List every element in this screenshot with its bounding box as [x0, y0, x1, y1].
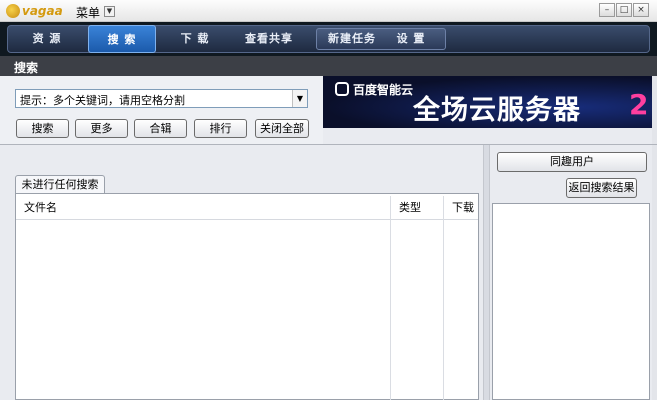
user-list[interactable]: [492, 203, 650, 400]
menu-dropdown-icon[interactable]: ▼: [104, 6, 115, 17]
collection-button[interactable]: 合辑: [134, 119, 187, 138]
search-section-title: 搜索: [14, 61, 39, 75]
banner-number: 2: [629, 88, 649, 121]
banner-underlay: [323, 128, 652, 144]
maximize-button[interactable]: □: [616, 3, 632, 17]
chevron-down-icon[interactable]: ▼: [292, 90, 307, 107]
close-button[interactable]: ×: [633, 3, 649, 17]
tab-search-result[interactable]: 未进行任何搜索: [15, 175, 105, 194]
baidu-cloud-logo-icon: [335, 82, 349, 96]
more-button[interactable]: 更多: [75, 119, 128, 138]
window-controls: – □ ×: [599, 3, 649, 17]
column-separator[interactable]: [443, 196, 444, 400]
tab-resources[interactable]: 资 源: [14, 25, 80, 53]
app-logo: vagaa: [6, 3, 63, 19]
ad-banner[interactable]: 百度智能云 全场云服务器 2: [323, 76, 652, 128]
tab-new-task[interactable]: 新建任务: [322, 25, 382, 53]
tab-view-shared[interactable]: 查看共享: [234, 25, 304, 53]
banner-headline: 全场云服务器: [413, 95, 581, 126]
tab-settings[interactable]: 设 置: [386, 25, 436, 53]
title-bar: vagaa 菜单 ▼ – □ ×: [0, 0, 657, 22]
similar-users-button[interactable]: 同趣用户: [497, 152, 647, 172]
column-separator[interactable]: [390, 196, 391, 400]
close-all-button[interactable]: 关闭全部: [255, 119, 309, 138]
ranking-button[interactable]: 排行: [194, 119, 247, 138]
column-header-type[interactable]: 类型: [391, 200, 443, 218]
banner-logo-text: 百度智能云: [353, 83, 414, 97]
results-list[interactable]: [15, 193, 479, 400]
search-keyword-value: 提示：多个关键词，请用空格分割: [20, 94, 185, 107]
vagaa-logo-icon: [6, 4, 20, 18]
column-header-filename[interactable]: 文件名: [16, 200, 390, 218]
search-button[interactable]: 搜索: [16, 119, 69, 138]
back-to-results-button[interactable]: 返回搜索结果: [566, 178, 637, 198]
search-keyword-input[interactable]: 提示：多个关键词，请用空格分割 ▼: [15, 89, 308, 108]
tab-search[interactable]: 搜 索: [88, 25, 156, 53]
app-name: vagaa: [22, 4, 63, 18]
menu-label[interactable]: 菜单: [76, 4, 100, 21]
panel-splitter[interactable]: [483, 145, 490, 400]
minimize-button[interactable]: –: [599, 3, 615, 17]
search-header-bar: [0, 56, 657, 76]
nav-bar: 资 源 搜 索 下 载 查看共享 新建任务 设 置: [0, 22, 657, 56]
right-edge: [652, 76, 657, 400]
column-header-downloads[interactable]: 下载: [444, 200, 478, 218]
list-header-divider: [16, 219, 478, 220]
tab-download[interactable]: 下 载: [164, 25, 226, 53]
